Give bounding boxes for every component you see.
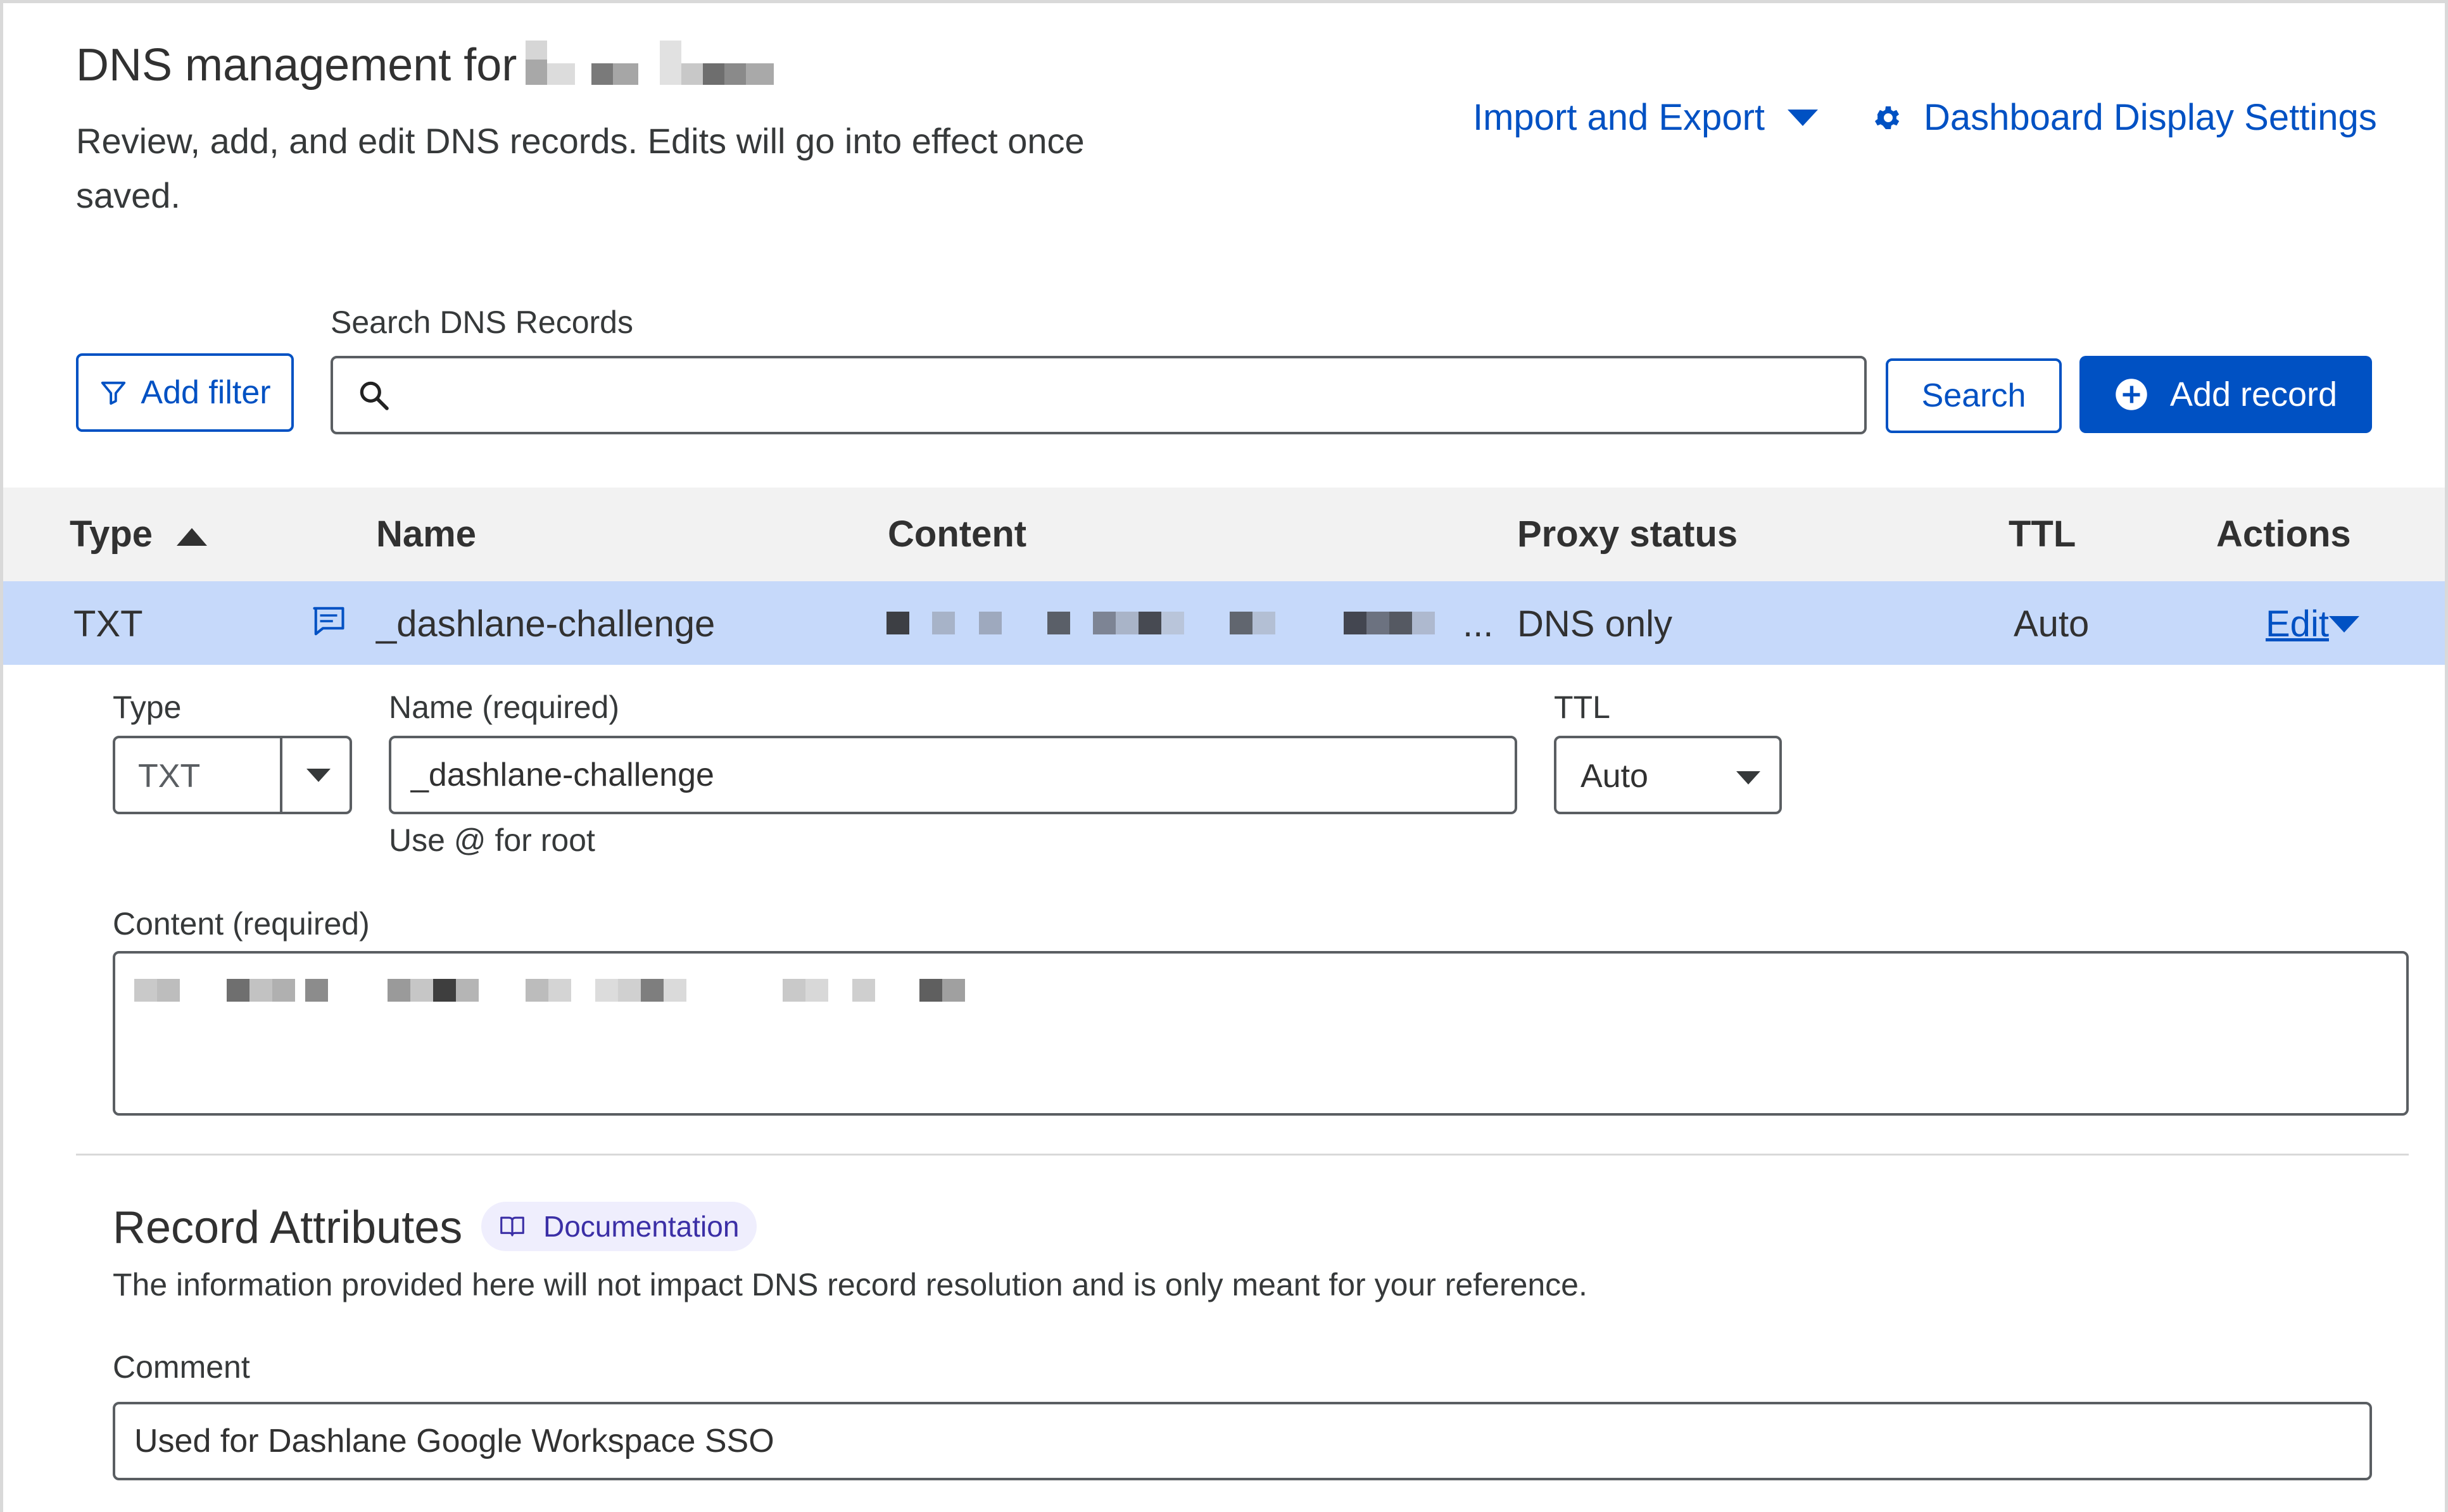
import-export-dropdown[interactable]: Import and Export <box>1473 96 1818 139</box>
record-attributes-title: Record Attributes <box>113 1202 463 1253</box>
search-input[interactable] <box>391 358 1864 432</box>
column-proxy-status[interactable]: Proxy status <box>1517 513 1738 555</box>
documentation-link[interactable]: Documentation <box>481 1202 757 1251</box>
search-dns-records-field[interactable] <box>331 356 1867 434</box>
column-content[interactable]: Content <box>888 513 1026 555</box>
add-filter-label: Add filter <box>141 374 271 411</box>
dashboard-settings-label: Dashboard Display Settings <box>1924 97 2377 138</box>
caret-down-icon <box>1736 771 1760 784</box>
plus-circle-icon <box>2116 379 2147 410</box>
type-select-value: TXT <box>138 758 201 795</box>
content-textarea[interactable] <box>113 951 2409 1116</box>
select-divider <box>280 738 282 812</box>
comment-icon[interactable] <box>312 605 346 637</box>
row-name: _dashlane-challenge <box>376 603 716 645</box>
search-icon <box>360 381 389 410</box>
dashboard-display-settings-link[interactable]: Dashboard Display Settings <box>1872 96 2377 139</box>
name-input[interactable] <box>389 736 1517 814</box>
add-record-button[interactable]: Add record <box>2079 356 2372 433</box>
column-type[interactable]: Type <box>70 513 208 555</box>
edit-link[interactable]: Edit <box>2266 603 2329 645</box>
row-content-ellipsis: ... <box>1463 603 1494 645</box>
row-edit-dropdown[interactable]: Edit <box>2266 603 2359 645</box>
book-icon <box>500 1216 524 1237</box>
comment-label: Comment <box>113 1349 250 1385</box>
ttl-select-value: Auto <box>1580 758 1648 795</box>
row-ttl: Auto <box>2014 603 2090 645</box>
search-button[interactable]: Search <box>1886 358 2062 433</box>
add-filter-button[interactable]: Add filter <box>76 353 294 432</box>
type-label: Type <box>113 690 182 725</box>
section-divider <box>76 1154 2409 1156</box>
redacted-content <box>886 612 1469 637</box>
add-record-label: Add record <box>2169 375 2338 413</box>
comment-input[interactable] <box>113 1402 2372 1480</box>
content-label: Content (required) <box>113 906 370 942</box>
sort-ascending-icon <box>177 527 208 546</box>
search-label: Search DNS Records <box>331 305 633 340</box>
chevron-down-icon <box>1788 109 1818 126</box>
caret-down-icon <box>306 769 331 782</box>
import-export-label: Import and Export <box>1473 97 1765 138</box>
chevron-down-icon <box>2328 615 2359 633</box>
row-type: TXT <box>73 603 143 645</box>
redacted-domain <box>526 41 785 86</box>
column-ttl[interactable]: TTL <box>2009 513 2076 555</box>
page-title-text: DNS management for <box>76 40 517 91</box>
record-attributes-description: The information provided here will not i… <box>113 1267 1587 1302</box>
column-name[interactable]: Name <box>376 513 476 555</box>
ttl-select[interactable]: Auto <box>1554 736 1782 814</box>
name-hint: Use @ for root <box>389 822 595 858</box>
table-header <box>3 488 2445 581</box>
column-type-label: Type <box>70 513 153 555</box>
name-label: Name (required) <box>389 690 620 725</box>
column-actions: Actions <box>2216 513 2351 555</box>
redacted-content-value <box>134 979 995 1004</box>
type-select[interactable]: TXT <box>113 736 352 814</box>
row-proxy-status: DNS only <box>1517 603 1672 645</box>
documentation-label: Documentation <box>543 1210 740 1243</box>
page-title: DNS management for <box>76 39 517 91</box>
ttl-label: TTL <box>1554 690 1610 725</box>
search-button-label: Search <box>1921 377 2026 414</box>
filter-icon <box>101 381 126 405</box>
gear-icon <box>1875 106 1900 129</box>
page-description: Review, add, and edit DNS records. Edits… <box>76 121 1085 215</box>
